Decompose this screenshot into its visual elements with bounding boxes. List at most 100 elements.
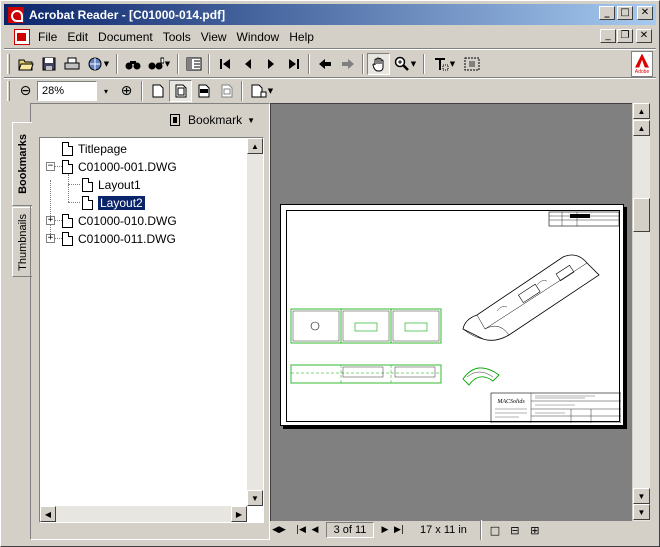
document-view[interactable]: MACSolids	[270, 103, 632, 521]
collapse-toggle[interactable]: −	[46, 162, 55, 171]
document-vertical-scrollbar[interactable]: ▲ ▲ ▼ ▼	[633, 103, 650, 521]
continuous-layout-icon[interactable]: ⊟	[505, 524, 525, 537]
fit-visible-icon[interactable]	[215, 80, 238, 102]
bookmark-menu-label: Bookmark	[188, 113, 243, 127]
pdf-page[interactable]: MACSolids	[280, 204, 624, 426]
actual-size-icon[interactable]	[146, 80, 169, 102]
page-icon	[62, 214, 73, 228]
split-handle-icon[interactable]: ◀▶	[270, 525, 288, 535]
tree-connector	[68, 174, 69, 202]
status-previous-page-icon[interactable]: ◀	[308, 525, 322, 535]
bookmark-item-selected[interactable]: Layout2	[82, 194, 146, 212]
fit-width-icon[interactable]	[192, 80, 215, 102]
page-down-button[interactable]: ▼	[633, 488, 650, 504]
adobe-logo[interactable]: Adobe	[631, 51, 653, 77]
maximize-button[interactable]: □	[617, 6, 633, 20]
document-icon[interactable]	[14, 29, 30, 45]
document-minimize-button[interactable]: _	[600, 29, 616, 43]
bookmark-vertical-scrollbar[interactable]: ▲ ▼	[247, 138, 263, 506]
status-separator	[479, 520, 482, 540]
menu-edit[interactable]: Edit	[63, 28, 94, 46]
status-first-page-icon[interactable]: |◀	[294, 525, 308, 535]
zoom-tool-icon[interactable]: ▼	[390, 53, 420, 75]
text-select-tool-icon[interactable]: ▼	[428, 53, 460, 75]
status-next-page-icon[interactable]: ▶	[378, 525, 392, 535]
title-block-company: MACSolids	[496, 399, 525, 405]
open-icon[interactable]	[14, 53, 37, 75]
bookmark-icon	[170, 114, 181, 126]
toolbar-grip[interactable]	[7, 81, 10, 101]
status-last-page-icon[interactable]: ▶|	[392, 525, 406, 535]
zoom-input[interactable]: 28%	[37, 81, 97, 101]
document-close-button[interactable]: ✕	[636, 29, 652, 43]
minimize-button[interactable]: _	[599, 6, 615, 20]
expand-toggle[interactable]: +	[46, 234, 55, 243]
expand-toggle[interactable]: +	[46, 216, 55, 225]
scroll-down-button[interactable]: ▼	[247, 490, 263, 506]
bookmark-menu-button[interactable]: Bookmark ▼	[31, 104, 269, 136]
scroll-down-button[interactable]: ▼	[633, 504, 650, 520]
tree-connector	[54, 220, 62, 221]
scroll-left-button[interactable]: ◀	[40, 506, 56, 522]
menu-help[interactable]: Help	[285, 28, 320, 46]
rotate-view-icon[interactable]: ▼	[246, 80, 278, 102]
main-toolbar: ▼ ▼ ▼ ▼	[4, 50, 483, 78]
page-number-input[interactable]: 3 of 11	[326, 522, 374, 538]
print-icon[interactable]	[60, 53, 83, 75]
status-bar: ◀▶ |◀ ◀ 3 of 11 ▶ ▶| 17 x 11 in □ ⊟ ⊞	[270, 520, 650, 540]
search-icon[interactable]: ▼	[144, 53, 174, 75]
menu-view[interactable]: View	[197, 28, 233, 46]
page-icon	[62, 232, 73, 246]
bookmark-label: Titlepage	[78, 142, 127, 156]
show-hide-navigation-icon[interactable]	[182, 53, 205, 75]
toolbar-grip[interactable]	[7, 54, 10, 74]
document-restore-button[interactable]: ❐	[617, 29, 633, 43]
close-button[interactable]: ✕	[637, 6, 653, 20]
scroll-thumb[interactable]	[633, 198, 650, 232]
single-page-layout-icon[interactable]: □	[485, 524, 505, 537]
page-icon	[82, 196, 93, 210]
view-toolbar: ⊖ 28% ▾ ⊕ ▼	[4, 77, 278, 105]
bookmark-item[interactable]: Titlepage	[62, 140, 127, 158]
menu-tools[interactable]: Tools	[159, 28, 197, 46]
previous-page-icon[interactable]	[236, 53, 259, 75]
facing-layout-icon[interactable]: ⊞	[525, 524, 545, 537]
save-icon[interactable]	[37, 53, 60, 75]
zoom-dropdown-arrow[interactable]: ▾	[97, 81, 115, 101]
scroll-up-button[interactable]: ▲	[633, 103, 650, 119]
toolbar-separator	[116, 54, 118, 74]
next-page-icon[interactable]	[259, 53, 282, 75]
bookmark-item[interactable]: Layout1	[82, 176, 141, 194]
bookmark-item[interactable]: C01000-010.DWG	[62, 212, 177, 230]
hand-tool-icon[interactable]	[367, 53, 390, 75]
menu-file[interactable]: File	[34, 28, 63, 46]
email-icon[interactable]: ▼	[83, 53, 113, 75]
scroll-up-button[interactable]: ▲	[247, 138, 263, 154]
page-up-button[interactable]: ▲	[633, 120, 650, 136]
first-page-icon[interactable]	[213, 53, 236, 75]
go-back-icon[interactable]	[313, 53, 336, 75]
go-forward-icon[interactable]	[336, 53, 359, 75]
cad-drawing: MACSolids	[286, 210, 622, 424]
zoom-in-icon[interactable]: ⊕	[115, 80, 138, 102]
acrobat-app-icon[interactable]	[8, 6, 24, 23]
scroll-right-button[interactable]: ▶	[231, 506, 247, 522]
bookmark-item[interactable]: C01000-001.DWG	[62, 158, 177, 176]
bookmark-horizontal-scrollbar[interactable]: ◀ ▶	[40, 506, 247, 522]
drawing-graphic: MACSolids	[290, 211, 622, 424]
bookmarks-pane: Bookmark ▼ Titlepage − C01000-001.DWG La…	[30, 103, 270, 540]
fit-page-icon[interactable]	[169, 80, 192, 102]
menu-document[interactable]: Document	[94, 28, 159, 46]
toolbar-separator	[177, 54, 179, 74]
last-page-icon[interactable]	[282, 53, 305, 75]
adobe-logo-text: Adobe	[634, 68, 650, 75]
bookmark-label: C01000-011.DWG	[78, 232, 176, 246]
snapshot-tool-icon[interactable]	[460, 53, 483, 75]
tab-bookmarks[interactable]: Bookmarks	[12, 122, 32, 206]
tab-thumbnails[interactable]: Thumbnails	[12, 207, 32, 277]
tree-connector	[68, 202, 80, 203]
zoom-out-icon[interactable]: ⊖	[14, 80, 37, 102]
menu-window[interactable]: Window	[233, 28, 286, 46]
bookmark-item[interactable]: C01000-011.DWG	[62, 230, 176, 248]
find-icon[interactable]	[121, 53, 144, 75]
